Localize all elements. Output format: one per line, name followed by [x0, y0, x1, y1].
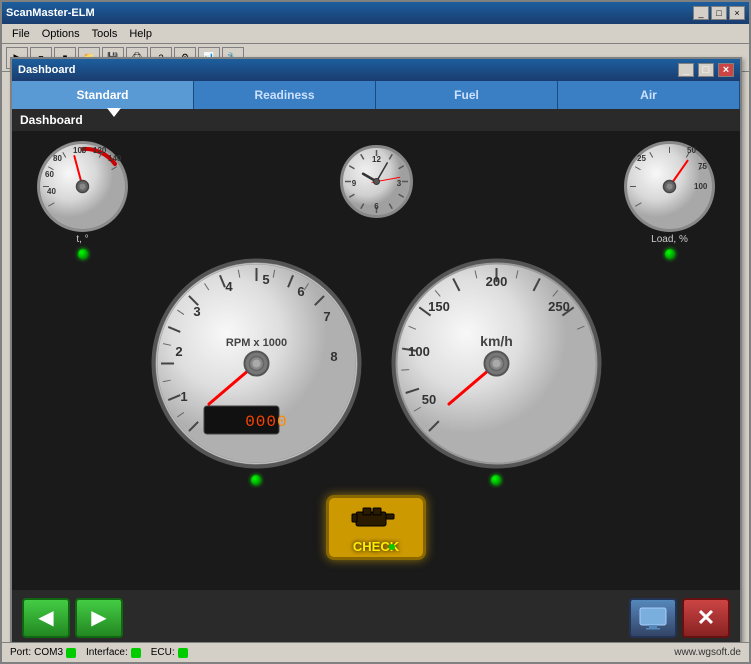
- menu-bar: File Options Tools Help: [2, 24, 749, 44]
- svg-text:120: 120: [93, 146, 107, 155]
- svg-text:50: 50: [687, 146, 696, 155]
- website: www.wgsoft.de: [674, 647, 741, 658]
- dashboard-window: Dashboard _ □ × Standard Readiness Fuel: [10, 57, 742, 647]
- svg-text:000: 000: [245, 413, 277, 431]
- temp-label: t, °: [35, 234, 130, 245]
- svg-text:250: 250: [548, 299, 570, 314]
- svg-text:12: 12: [372, 155, 381, 164]
- svg-text:9: 9: [351, 179, 356, 188]
- svg-text:25: 25: [637, 154, 646, 163]
- rpm-gauge: 1 2 3 4 5 6 7 8 RPM x 1000: [149, 256, 364, 487]
- engine-icon: [351, 502, 401, 532]
- menu-help[interactable]: Help: [123, 28, 158, 40]
- load-gauge-svg: 25 50 75 100: [622, 139, 717, 234]
- svg-text:3: 3: [193, 304, 200, 319]
- tab-fuel[interactable]: Fuel: [376, 81, 558, 109]
- temp-led: [78, 249, 88, 259]
- load-label: Load, %: [622, 234, 717, 245]
- tab-standard[interactable]: Standard: [12, 81, 194, 109]
- exit-button[interactable]: ✕: [682, 598, 730, 638]
- svg-text:6: 6: [297, 284, 304, 299]
- rpm-led: [251, 475, 261, 485]
- svg-text:40: 40: [47, 187, 56, 196]
- sub-header: Dashboard: [12, 109, 740, 131]
- svg-text:2: 2: [175, 344, 182, 359]
- bottom-nav-bar: ◀ ▶ ✕: [12, 590, 740, 645]
- svg-text:140: 140: [108, 154, 122, 163]
- maximize-button[interactable]: □: [711, 6, 727, 20]
- tab-bar: Standard Readiness Fuel Air: [12, 81, 740, 109]
- app-title: ScanMaster-ELM: [6, 7, 691, 19]
- tab-readiness[interactable]: Readiness: [194, 81, 376, 109]
- svg-text:80: 80: [53, 154, 62, 163]
- app-window: ScanMaster-ELM _ □ × File Options Tools …: [0, 0, 751, 664]
- svg-text:4: 4: [225, 279, 233, 294]
- interface-label: Interface:: [86, 647, 128, 658]
- clock-svg: 12 3 6 9: [339, 144, 414, 219]
- rpm-gauge-svg: 1 2 3 4 5 6 7 8 RPM x 1000: [149, 256, 364, 471]
- svg-text:60: 60: [45, 170, 54, 179]
- minimize-button[interactable]: _: [693, 6, 709, 20]
- temp-gauge: 40 60 80 100 120 140: [35, 139, 130, 261]
- temp-gauge-svg: 40 60 80 100 120 140: [35, 139, 130, 234]
- check-led: [389, 544, 395, 550]
- svg-text:100: 100: [73, 146, 87, 155]
- svg-text:7: 7: [323, 309, 330, 324]
- svg-text:5: 5: [262, 272, 269, 287]
- tab-indicator: [107, 108, 121, 117]
- dash-close-button[interactable]: ×: [718, 63, 734, 77]
- svg-text:200: 200: [485, 274, 507, 289]
- load-led: [665, 249, 675, 259]
- svg-text:RPM x 1000: RPM x 1000: [225, 337, 286, 349]
- clock-gauge: 12 3 6 9: [339, 144, 414, 219]
- dashboard-title: Dashboard: [18, 64, 676, 76]
- port-value: COM3: [34, 647, 63, 658]
- close-button[interactable]: ×: [729, 6, 745, 20]
- sub-header-title: Dashboard: [20, 113, 83, 127]
- svg-text:75: 75: [698, 162, 707, 171]
- svg-text:0: 0: [277, 413, 287, 431]
- menu-tools[interactable]: Tools: [86, 28, 124, 40]
- speed-gauge-svg: 50 100 150 200 250 km/h: [389, 256, 604, 471]
- speed-led: [491, 475, 501, 485]
- menu-options[interactable]: Options: [36, 28, 86, 40]
- port-led: [66, 648, 76, 658]
- forward-button[interactable]: ▶: [75, 598, 123, 638]
- dashboard-title-bar: Dashboard _ □ ×: [12, 59, 740, 81]
- speed-gauge: 50 100 150 200 250 km/h: [389, 256, 604, 487]
- back-button[interactable]: ◀: [22, 598, 70, 638]
- dash-minimize-button[interactable]: _: [678, 63, 694, 77]
- monitor-icon: [638, 606, 668, 630]
- check-engine-light: CHECK: [326, 495, 426, 560]
- svg-text:8: 8: [330, 349, 337, 364]
- svg-text:50: 50: [421, 392, 435, 407]
- dash-maximize-button[interactable]: □: [698, 63, 714, 77]
- close-icon: ✕: [697, 605, 715, 631]
- dashboard-content: 40 60 80 100 120 140: [12, 131, 740, 645]
- svg-text:km/h: km/h: [480, 333, 513, 349]
- svg-text:3: 3: [396, 179, 401, 188]
- tab-air[interactable]: Air: [558, 81, 740, 109]
- load-gauge: 25 50 75 100: [622, 139, 717, 261]
- svg-text:100: 100: [694, 182, 708, 191]
- svg-text:1: 1: [180, 389, 187, 404]
- port-label: Port:: [10, 647, 31, 658]
- interface-led: [131, 648, 141, 658]
- monitor-button[interactable]: [629, 598, 677, 638]
- ecu-label: ECU:: [151, 647, 175, 658]
- ecu-led: [178, 648, 188, 658]
- svg-text:100: 100: [408, 344, 430, 359]
- app-title-bar: ScanMaster-ELM _ □ ×: [2, 2, 749, 24]
- svg-text:6: 6: [374, 202, 379, 211]
- svg-text:150: 150: [428, 299, 450, 314]
- status-bar: Port: COM3 Interface: ECU: www.wgsoft.de: [2, 642, 749, 662]
- menu-file[interactable]: File: [6, 28, 36, 40]
